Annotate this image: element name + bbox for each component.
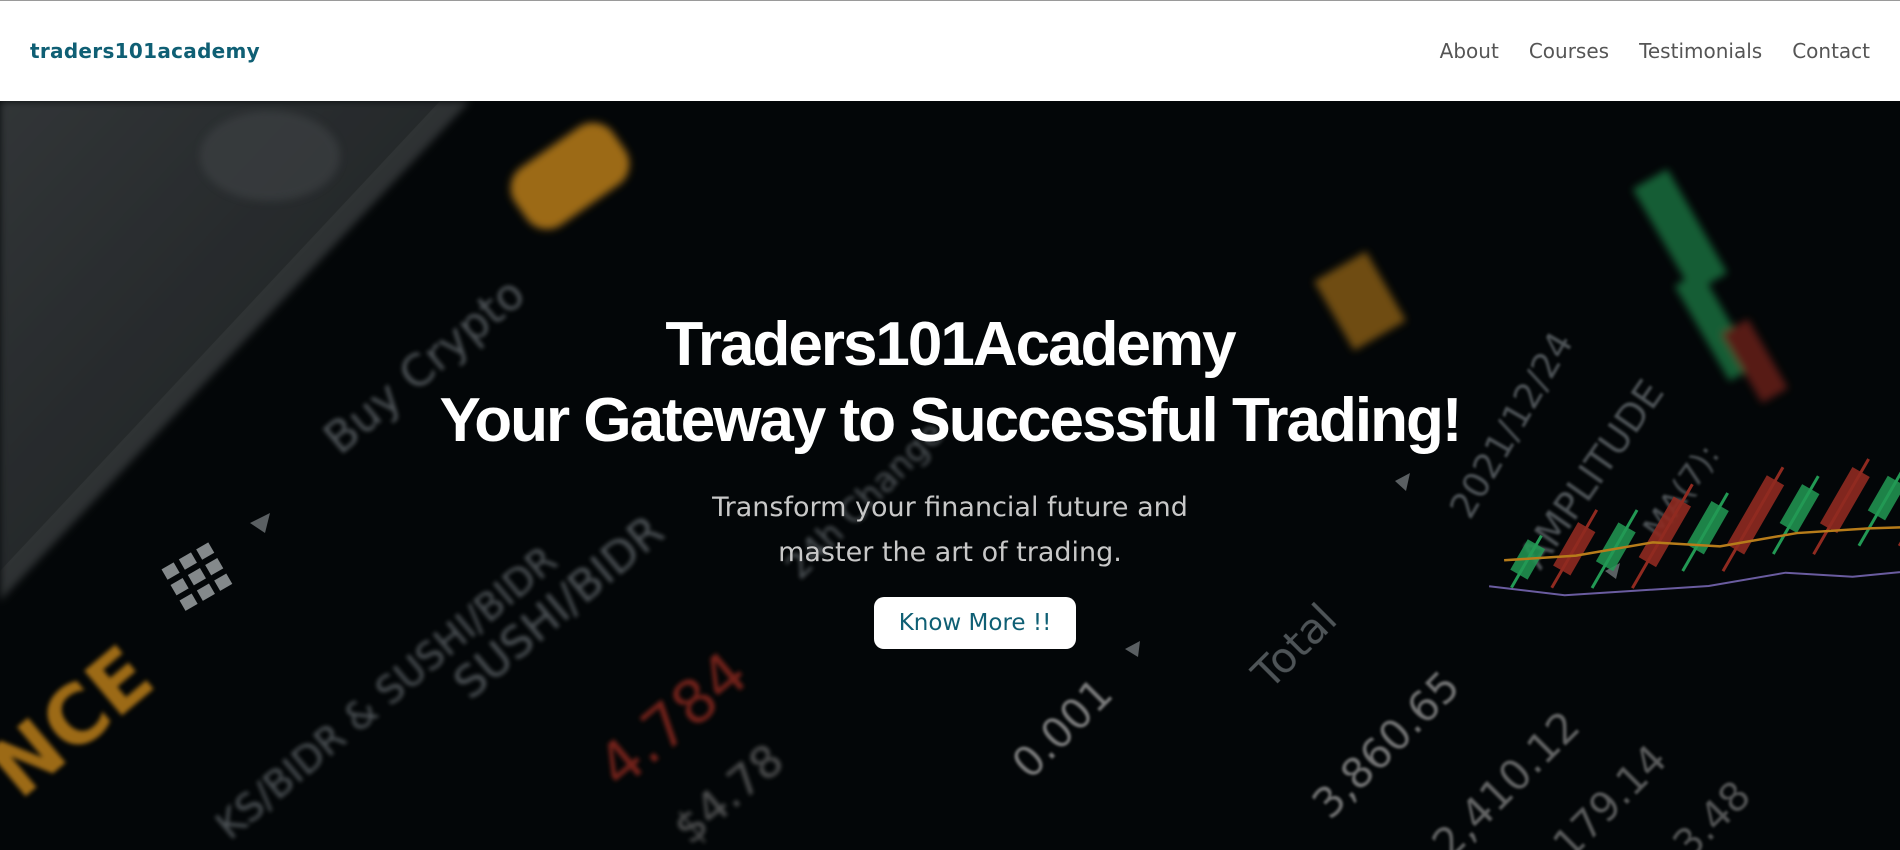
hero-subtitle: Transform your financial future and mast…	[712, 492, 1188, 568]
navbar: traders101academy About Courses Testimon…	[0, 0, 1900, 101]
hero-title: Traders101Academy Your Gateway to Succes…	[0, 307, 1900, 459]
hero-content: Traders101Academy Your Gateway to Succes…	[0, 307, 1900, 649]
hero-section: Buy Crypto SUSHI/BIDR KS/BIDR & SUSHI/BI…	[0, 101, 1900, 850]
nav-link-testimonials[interactable]: Testimonials	[1639, 39, 1762, 63]
hero-title-line1: Traders101Academy	[665, 310, 1236, 379]
nav-link-contact[interactable]: Contact	[1792, 39, 1870, 63]
brand-logo-link[interactable]: traders101academy	[30, 39, 260, 63]
nav-link-about[interactable]: About	[1440, 39, 1499, 63]
hero-title-line2: Your Gateway to Successful Trading!	[439, 386, 1463, 455]
nav-link-courses[interactable]: Courses	[1529, 39, 1609, 63]
nav-links: About Courses Testimonials Contact	[1410, 39, 1870, 63]
know-more-button[interactable]: Know More !!	[873, 597, 1077, 649]
